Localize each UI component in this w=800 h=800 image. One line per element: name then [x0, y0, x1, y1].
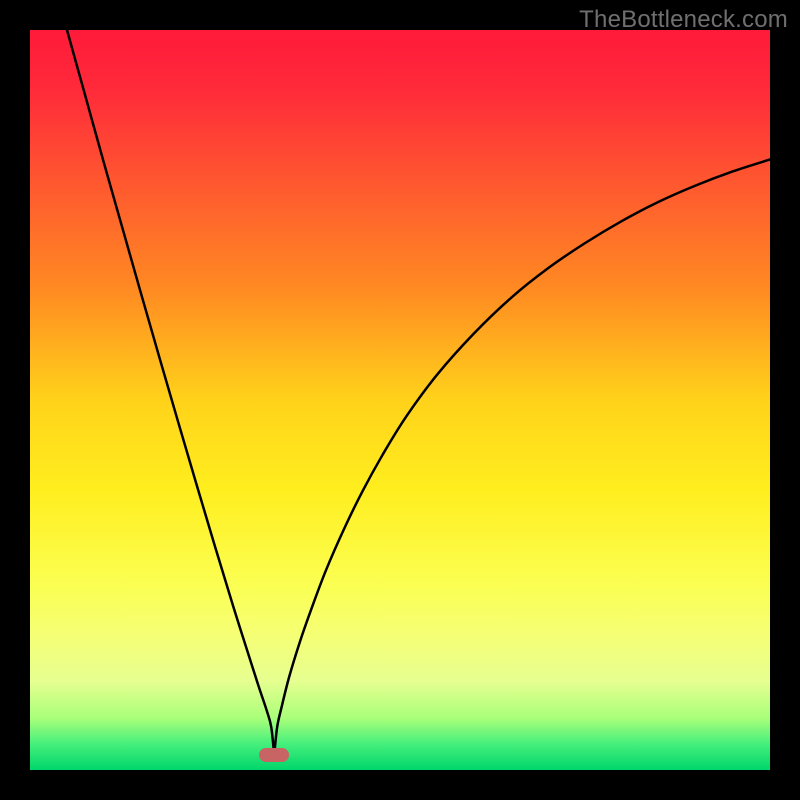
bottleneck-curve — [67, 30, 770, 755]
curve-layer — [30, 30, 770, 770]
optimal-point-marker — [259, 748, 289, 762]
plot-area — [30, 30, 770, 770]
chart-frame: TheBottleneck.com — [0, 0, 800, 800]
